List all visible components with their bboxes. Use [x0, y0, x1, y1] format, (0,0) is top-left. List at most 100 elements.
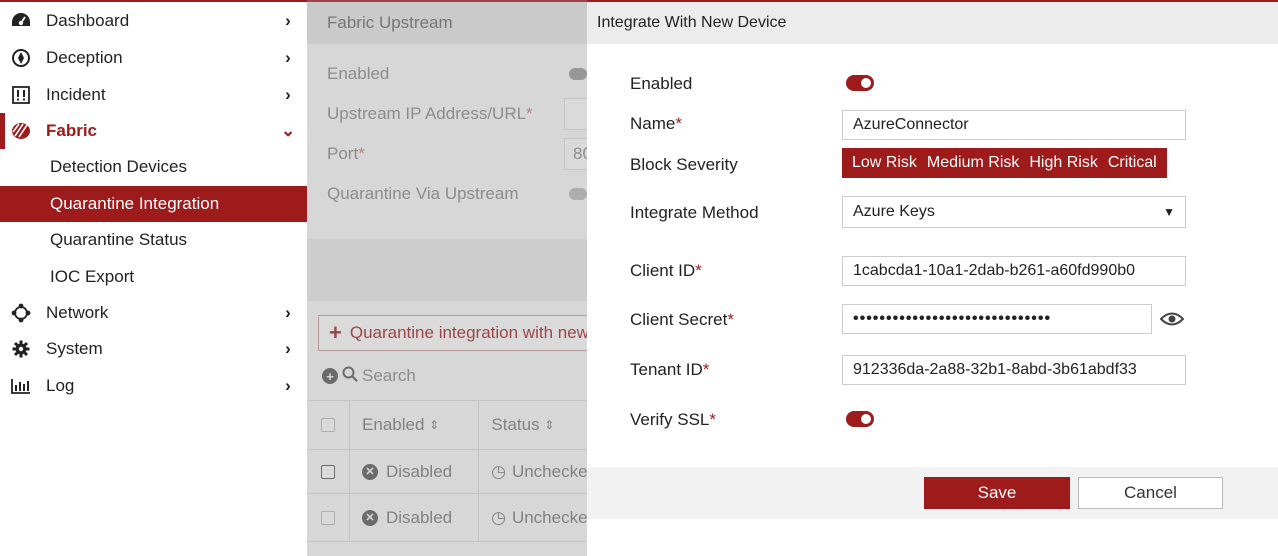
caret-down-icon: ▼	[1163, 205, 1175, 219]
tenant-id-label: Tenant ID*	[630, 360, 709, 380]
sidebar-subitem-label: Quarantine Integration	[50, 193, 220, 213]
cancel-button[interactable]: Cancel	[1078, 477, 1223, 509]
sidebar-item-fabric[interactable]: Fabric ⌄	[0, 112, 307, 150]
sidebar-item-label: Log	[46, 375, 75, 395]
chevron-right-icon: ›	[285, 48, 291, 68]
chevron-down-icon: ⌄	[281, 120, 296, 140]
sidebar-item-label: Network	[46, 302, 109, 322]
severity-critical[interactable]: Critical	[1103, 148, 1167, 178]
gear-icon	[10, 338, 32, 360]
integrate-method-value: Azure Keys	[853, 203, 935, 220]
required-mark: *	[526, 104, 533, 123]
bg-enabled-toggle[interactable]	[569, 68, 587, 80]
bg-enabled-row: Enabled	[307, 54, 587, 94]
sidebar-item-deception[interactable]: Deception ›	[0, 40, 307, 76]
select-all-checkbox[interactable]	[321, 418, 336, 432]
severity-high-risk[interactable]: High Risk	[1024, 148, 1102, 178]
tenant-id-input[interactable]	[842, 355, 1186, 385]
integrate-method-label: Integrate Method	[630, 203, 759, 222]
column-header-status[interactable]: Status ⇕	[479, 401, 597, 449]
deception-icon	[10, 47, 32, 69]
incident-icon	[10, 84, 32, 106]
enabled-value: Disabled	[385, 507, 453, 527]
sidebar-subitem-detection-devices[interactable]: Detection Devices	[0, 149, 307, 185]
name-label-text: Name	[630, 114, 676, 133]
bg-port-label: Port	[327, 144, 359, 163]
sidebar-subitem-ioc-export[interactable]: IOC Export	[0, 258, 307, 294]
client-secret-label: Client Secret*	[630, 310, 734, 330]
block-severity-selector: Low Risk Medium Risk High Risk Critical	[842, 148, 1167, 178]
tenant-id-label-text: Tenant ID	[630, 360, 703, 379]
bg-upstream-row: Upstream IP Address/URL *	[307, 94, 594, 134]
bg-quarantine-upstream-row: Quarantine Via Upstream	[307, 174, 587, 214]
verify-ssl-label: Verify SSL*	[630, 410, 716, 430]
sidebar-item-label: Incident	[46, 84, 106, 104]
name-label: Name*	[630, 114, 682, 134]
bg-upstream-label: Upstream IP Address/URL	[327, 104, 527, 123]
chevron-right-icon: ›	[285, 11, 291, 30]
save-button[interactable]: Save	[924, 477, 1070, 509]
dashboard-icon	[10, 10, 32, 32]
client-id-label: Client ID*	[630, 261, 702, 281]
name-input[interactable]	[842, 110, 1186, 140]
integrate-method-select[interactable]: Azure Keys ▼	[842, 196, 1186, 228]
column-header-label: Status	[491, 415, 540, 434]
sidebar-item-label: Fabric	[46, 120, 98, 140]
verify-ssl-toggle[interactable]	[846, 411, 874, 427]
row-checkbox[interactable]	[320, 510, 335, 525]
status-cell: ◷ Unchecked	[479, 494, 597, 541]
show-password-eye-icon[interactable]	[1159, 310, 1185, 333]
select-all-cell	[307, 401, 351, 449]
clock-icon: ◷	[491, 507, 506, 527]
sidebar-item-label: Deception	[46, 48, 123, 68]
client-secret-input[interactable]: ••••••••••••••••••••••••••••••	[842, 304, 1152, 334]
sidebar-item-network[interactable]: Network ›	[0, 295, 307, 331]
required-mark: *	[727, 310, 734, 329]
add-circle-icon: +	[322, 368, 338, 384]
disabled-x-icon: ✕	[361, 463, 378, 480]
client-secret-label-text: Client Secret	[630, 310, 728, 329]
sidebar-subitem-quarantine-integration[interactable]: Quarantine Integration	[0, 185, 307, 222]
required-mark: *	[702, 360, 710, 379]
disabled-x-icon: ✕	[361, 509, 378, 526]
table-row[interactable]: ✕ Disabled ◷ Unchecked	[307, 450, 597, 494]
bg-quarantine-upstream-toggle[interactable]	[569, 188, 587, 200]
required-mark: *	[358, 144, 365, 163]
search-bar[interactable]: + Search	[318, 359, 618, 393]
chevron-right-icon: ›	[285, 302, 291, 322]
chevron-right-icon: ›	[285, 375, 291, 395]
enabled-value: Disabled	[385, 461, 453, 481]
row-select-cell	[307, 494, 350, 541]
sidebar-subitem-quarantine-status[interactable]: Quarantine Status	[0, 222, 307, 258]
status-cell: ◷ Unchecked	[479, 450, 597, 493]
enabled-toggle[interactable]	[846, 75, 874, 91]
search-input[interactable]: Search	[362, 366, 416, 386]
sidebar-item-log[interactable]: Log ›	[0, 368, 307, 404]
enabled-cell: ✕ Disabled	[350, 450, 480, 493]
status-value: Unchecked	[511, 507, 597, 527]
sidebar-item-incident[interactable]: Incident ›	[0, 76, 307, 112]
table-row[interactable]: ✕ Disabled ◷ Unchecked	[307, 494, 597, 542]
sidebar-item-label: Dashboard	[46, 11, 130, 30]
clock-icon: ◷	[491, 461, 506, 481]
severity-medium-risk[interactable]: Medium Risk	[922, 148, 1024, 178]
client-id-input[interactable]	[842, 256, 1186, 286]
row-checkbox[interactable]	[320, 464, 335, 479]
bg-port-row: Port * 80	[307, 134, 594, 174]
required-mark: *	[709, 410, 716, 429]
status-value: Unchecked	[511, 461, 597, 481]
required-mark: *	[695, 261, 702, 280]
sidebar-subitem-label: Detection Devices	[50, 157, 188, 177]
chevron-right-icon: ›	[285, 84, 291, 104]
column-header-label: Enabled	[362, 415, 425, 434]
sidebar-item-system[interactable]: System ›	[0, 331, 307, 367]
sidebar-item-dashboard[interactable]: Dashboard ›	[0, 2, 307, 40]
severity-low-risk[interactable]: Low Risk	[842, 148, 922, 178]
bg-band	[307, 239, 597, 301]
column-header-enabled[interactable]: Enabled ⇕	[350, 401, 480, 449]
client-id-label-text: Client ID	[630, 261, 696, 280]
fabric-icon	[10, 120, 32, 142]
table-header-row: Enabled ⇕ Status ⇕	[307, 400, 597, 450]
search-icon	[342, 366, 358, 387]
sidebar-subitem-label: IOC Export	[50, 266, 135, 286]
